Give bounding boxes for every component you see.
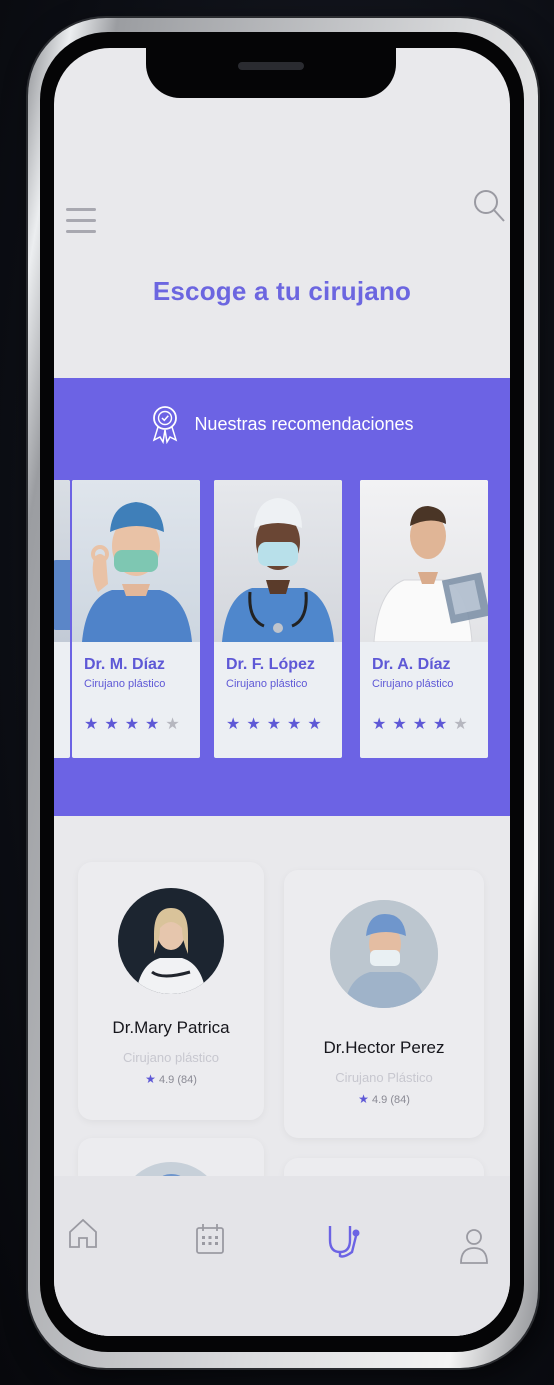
speaker-grille	[238, 62, 304, 70]
rating-value: 4.9	[371, 1094, 388, 1106]
doctor-photo	[214, 480, 342, 642]
review-count: (84)	[390, 1094, 410, 1106]
rating-stars: ★★★★★	[372, 716, 474, 733]
star-icon: ★	[145, 1072, 156, 1086]
phone-frame: Escoge a tu cirujano Nuestras recomendac…	[28, 18, 538, 1368]
hamburger-menu-icon[interactable]	[66, 208, 96, 236]
search-icon[interactable]	[472, 188, 506, 224]
doctor-photo	[72, 480, 200, 642]
doctor-name: Dr. A. Díaz	[372, 656, 451, 673]
recommendations-section: Nuestras recomendaciones Dr. M. Díaz Cir…	[54, 378, 510, 816]
page-title: Escoge a tu cirujano	[152, 276, 412, 306]
recommendation-card-partial[interactable]	[54, 480, 70, 758]
doctor-specialty: Cirujano plástico	[122, 1050, 220, 1065]
doctor-rating: ★ 4.9 (84)	[78, 1072, 264, 1086]
profile-icon[interactable]	[458, 1226, 490, 1266]
stethoscope-icon[interactable]	[324, 1222, 364, 1260]
recommendation-card[interactable]: Dr. A. Díaz Cirujano plástico ★★★★★	[360, 480, 488, 758]
doctor-photo	[360, 480, 488, 642]
review-count: (84)	[177, 1074, 197, 1086]
doctor-specialty: Cirujano Plástico	[335, 1070, 433, 1085]
star-icon: ★	[358, 1092, 369, 1106]
recommendations-heading: Nuestras recomendaciones	[194, 413, 414, 434]
calendar-icon[interactable]	[194, 1222, 226, 1256]
doctor-specialty: Cirujano plástico	[84, 678, 166, 690]
rating-stars: ★★★★★	[226, 716, 328, 733]
doctor-name: Dr. M. Díaz	[84, 656, 165, 673]
doctor-avatar	[330, 900, 438, 1008]
doctor-card[interactable]: Dr.Hector Perez Cirujano Plástico ★ 4.9 …	[284, 870, 484, 1138]
bottom-navigation	[54, 1176, 510, 1336]
doctor-name: Dr. F. López	[226, 656, 315, 673]
phone-notch	[146, 48, 396, 98]
phone-bezel: Escoge a tu cirujano Nuestras recomendac…	[40, 32, 524, 1352]
award-badge-icon	[153, 406, 178, 444]
doctor-name: Dr.Mary Patrica	[112, 1018, 230, 1037]
doctor-specialty: Cirujano plástico	[226, 678, 308, 690]
doctor-card[interactable]: Dr.Mary Patrica Cirujano plástico ★ 4.9 …	[78, 862, 264, 1120]
rating-stars: ★★★★★	[84, 716, 186, 733]
doctor-name: Dr.Hector Perez	[323, 1038, 445, 1057]
recommendation-card[interactable]: Dr. F. López Cirujano plástico ★★★★★	[214, 480, 342, 758]
doctor-specialty: Cirujano plástico	[372, 678, 454, 690]
home-icon[interactable]	[66, 1216, 100, 1250]
app-screen: Escoge a tu cirujano Nuestras recomendac…	[54, 48, 510, 1336]
rating-value: 4.9	[158, 1074, 175, 1086]
recommendations-header: Nuestras recomendaciones	[54, 404, 510, 444]
doctor-rating: ★ 4.9 (84)	[284, 1092, 484, 1106]
recommendation-card[interactable]: Dr. M. Díaz Cirujano plástico ★★★★★	[72, 480, 200, 758]
doctor-avatar	[118, 888, 224, 994]
recommendation-carousel[interactable]: Dr. M. Díaz Cirujano plástico ★★★★★ Dr. …	[54, 480, 510, 770]
